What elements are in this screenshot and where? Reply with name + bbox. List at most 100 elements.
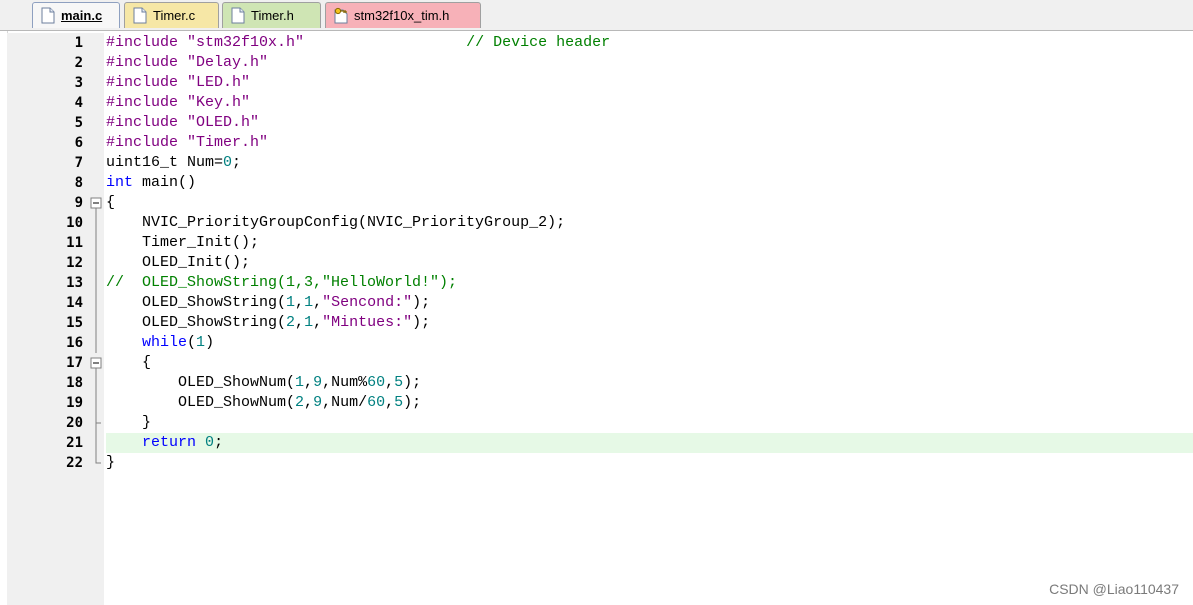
code-text[interactable]: uint16_t Num=0; bbox=[106, 153, 1193, 173]
file-icon bbox=[231, 7, 245, 24]
code-token: 1 bbox=[304, 294, 314, 311]
code-token: main() bbox=[133, 174, 197, 191]
code-text[interactable]: NVIC_PriorityGroupConfig(NVIC_PriorityGr… bbox=[106, 213, 1193, 233]
code-line[interactable]: 14 OLED_ShowString(1,1,"Sencond:"); bbox=[0, 293, 1193, 313]
code-line[interactable]: 11 Timer_Init(); bbox=[0, 233, 1193, 253]
code-token: 2 bbox=[295, 394, 305, 411]
line-number: 5 bbox=[74, 115, 83, 131]
code-text[interactable]: #include "OLED.h" bbox=[106, 113, 1193, 133]
code-text[interactable]: OLED_ShowNum(2,9,Num/60,5); bbox=[106, 393, 1193, 413]
code-line[interactable]: 4 #include "Key.h" bbox=[0, 93, 1193, 113]
code-line[interactable]: 19 OLED_ShowNum(2,9,Num/60,5); bbox=[0, 393, 1193, 413]
code-token: , bbox=[385, 394, 395, 411]
code-line[interactable]: 12 OLED_Init(); bbox=[0, 253, 1193, 273]
fold-guide-line bbox=[95, 213, 97, 233]
code-token: ); bbox=[412, 314, 431, 331]
code-text[interactable]: OLED_Init(); bbox=[106, 253, 1193, 273]
code-line[interactable]: 9{ bbox=[0, 193, 1193, 213]
code-text[interactable]: #include "LED.h" bbox=[106, 73, 1193, 93]
code-token: ( bbox=[187, 334, 197, 351]
fold-collapse-icon[interactable] bbox=[88, 193, 104, 213]
fold-guide-line bbox=[95, 293, 97, 313]
code-token: #include bbox=[106, 134, 188, 151]
code-token: , bbox=[313, 294, 323, 311]
code-token: , bbox=[304, 394, 314, 411]
code-text[interactable]: while(1) bbox=[106, 333, 1193, 353]
code-text[interactable]: #include "Delay.h" bbox=[106, 53, 1193, 73]
tab-timer-h[interactable]: Timer.h bbox=[222, 2, 321, 28]
code-line[interactable]: 20 } bbox=[0, 413, 1193, 433]
tab-main-c[interactable]: main.c bbox=[32, 2, 120, 28]
line-number: 19 bbox=[66, 395, 83, 411]
code-line[interactable]: 16 while(1) bbox=[0, 333, 1193, 353]
code-token: 1 bbox=[196, 334, 206, 351]
line-number: 1 bbox=[74, 35, 83, 51]
code-line[interactable]: 15 OLED_ShowString(2,1,"Mintues:"); bbox=[0, 313, 1193, 333]
code-line[interactable]: 8 int main() bbox=[0, 173, 1193, 193]
line-number: 10 bbox=[66, 215, 83, 231]
code-text[interactable]: OLED_ShowString(1,1,"Sencond:"); bbox=[106, 293, 1193, 313]
code-line[interactable]: 17 { bbox=[0, 353, 1193, 373]
code-text[interactable]: #include "stm32f10x.h" // Device header bbox=[106, 33, 1193, 53]
line-number: 16 bbox=[66, 335, 83, 351]
line-number: 12 bbox=[66, 255, 83, 271]
code-text[interactable]: return 0; bbox=[106, 433, 1193, 453]
fold-guide-line bbox=[95, 433, 97, 453]
code-line[interactable]: 7 uint16_t Num=0; bbox=[0, 153, 1193, 173]
code-line[interactable]: 10 NVIC_PriorityGroupConfig(NVIC_Priorit… bbox=[0, 213, 1193, 233]
code-token: , bbox=[295, 294, 305, 311]
code-text[interactable]: int main() bbox=[106, 173, 1193, 193]
code-editor[interactable]: 1 #include "stm32f10x.h" // Device header… bbox=[0, 31, 1193, 605]
code-token: ; bbox=[214, 434, 224, 451]
code-token: } bbox=[106, 454, 116, 471]
code-token: OLED_ShowString( bbox=[106, 314, 287, 331]
file-icon bbox=[41, 7, 55, 24]
line-number: 13 bbox=[66, 275, 83, 291]
code-text[interactable]: } bbox=[106, 413, 1193, 433]
code-line[interactable]: 13 // OLED_ShowString(1,3,"HelloWorld!"); bbox=[0, 273, 1193, 293]
code-line[interactable]: 1 #include "stm32f10x.h" // Device header bbox=[0, 33, 1193, 53]
code-token: OLED_Init(); bbox=[106, 254, 251, 271]
code-token: #include bbox=[106, 114, 188, 131]
tab-stm32f10x-tim-h[interactable]: stm32f10x_tim.h bbox=[325, 2, 481, 28]
code-token: return bbox=[142, 434, 197, 451]
code-line[interactable]: 6 #include "Timer.h" bbox=[0, 133, 1193, 153]
line-number: 7 bbox=[74, 155, 83, 171]
code-text[interactable]: } bbox=[106, 453, 1193, 473]
code-line[interactable]: 18 OLED_ShowNum(1,9,Num%60,5); bbox=[0, 373, 1193, 393]
line-number: 9 bbox=[74, 195, 83, 211]
line-number: 2 bbox=[74, 55, 83, 71]
code-token: , bbox=[313, 314, 323, 331]
code-text[interactable]: Timer_Init(); bbox=[106, 233, 1193, 253]
code-token: // Device header bbox=[466, 34, 611, 51]
file-key-icon bbox=[334, 7, 348, 24]
code-line[interactable]: 22} bbox=[0, 453, 1193, 473]
fold-collapse-icon[interactable] bbox=[88, 353, 104, 373]
tab-label: main.c bbox=[61, 8, 103, 23]
code-text[interactable]: // OLED_ShowString(1,3,"HelloWorld!"); bbox=[106, 273, 1193, 293]
code-token: OLED_ShowNum( bbox=[106, 374, 296, 391]
code-token: 0 bbox=[205, 434, 215, 451]
code-text[interactable]: OLED_ShowNum(1,9,Num%60,5); bbox=[106, 373, 1193, 393]
code-token: 9 bbox=[313, 394, 323, 411]
fold-guide-line bbox=[95, 373, 97, 393]
code-token: "LED.h" bbox=[187, 74, 251, 91]
code-line[interactable]: 21 return 0; bbox=[0, 433, 1193, 453]
code-token: 5 bbox=[394, 394, 404, 411]
code-line[interactable]: 2 #include "Delay.h" bbox=[0, 53, 1193, 73]
line-number: 22 bbox=[66, 455, 83, 471]
code-text[interactable]: { bbox=[106, 353, 1193, 373]
line-number: 6 bbox=[74, 135, 83, 151]
code-token: 1 bbox=[295, 374, 305, 391]
tab-timer-c[interactable]: Timer.c bbox=[124, 2, 219, 28]
code-token: Timer_Init(); bbox=[106, 234, 260, 251]
code-text[interactable]: { bbox=[106, 193, 1193, 213]
code-line[interactable]: 3 #include "LED.h" bbox=[0, 73, 1193, 93]
code-token: ); bbox=[412, 294, 431, 311]
code-lines[interactable]: 1 #include "stm32f10x.h" // Device header… bbox=[0, 33, 1193, 473]
code-text[interactable]: #include "Key.h" bbox=[106, 93, 1193, 113]
code-token: ) bbox=[205, 334, 215, 351]
code-text[interactable]: OLED_ShowString(2,1,"Mintues:"); bbox=[106, 313, 1193, 333]
code-line[interactable]: 5 #include "OLED.h" bbox=[0, 113, 1193, 133]
code-text[interactable]: #include "Timer.h" bbox=[106, 133, 1193, 153]
